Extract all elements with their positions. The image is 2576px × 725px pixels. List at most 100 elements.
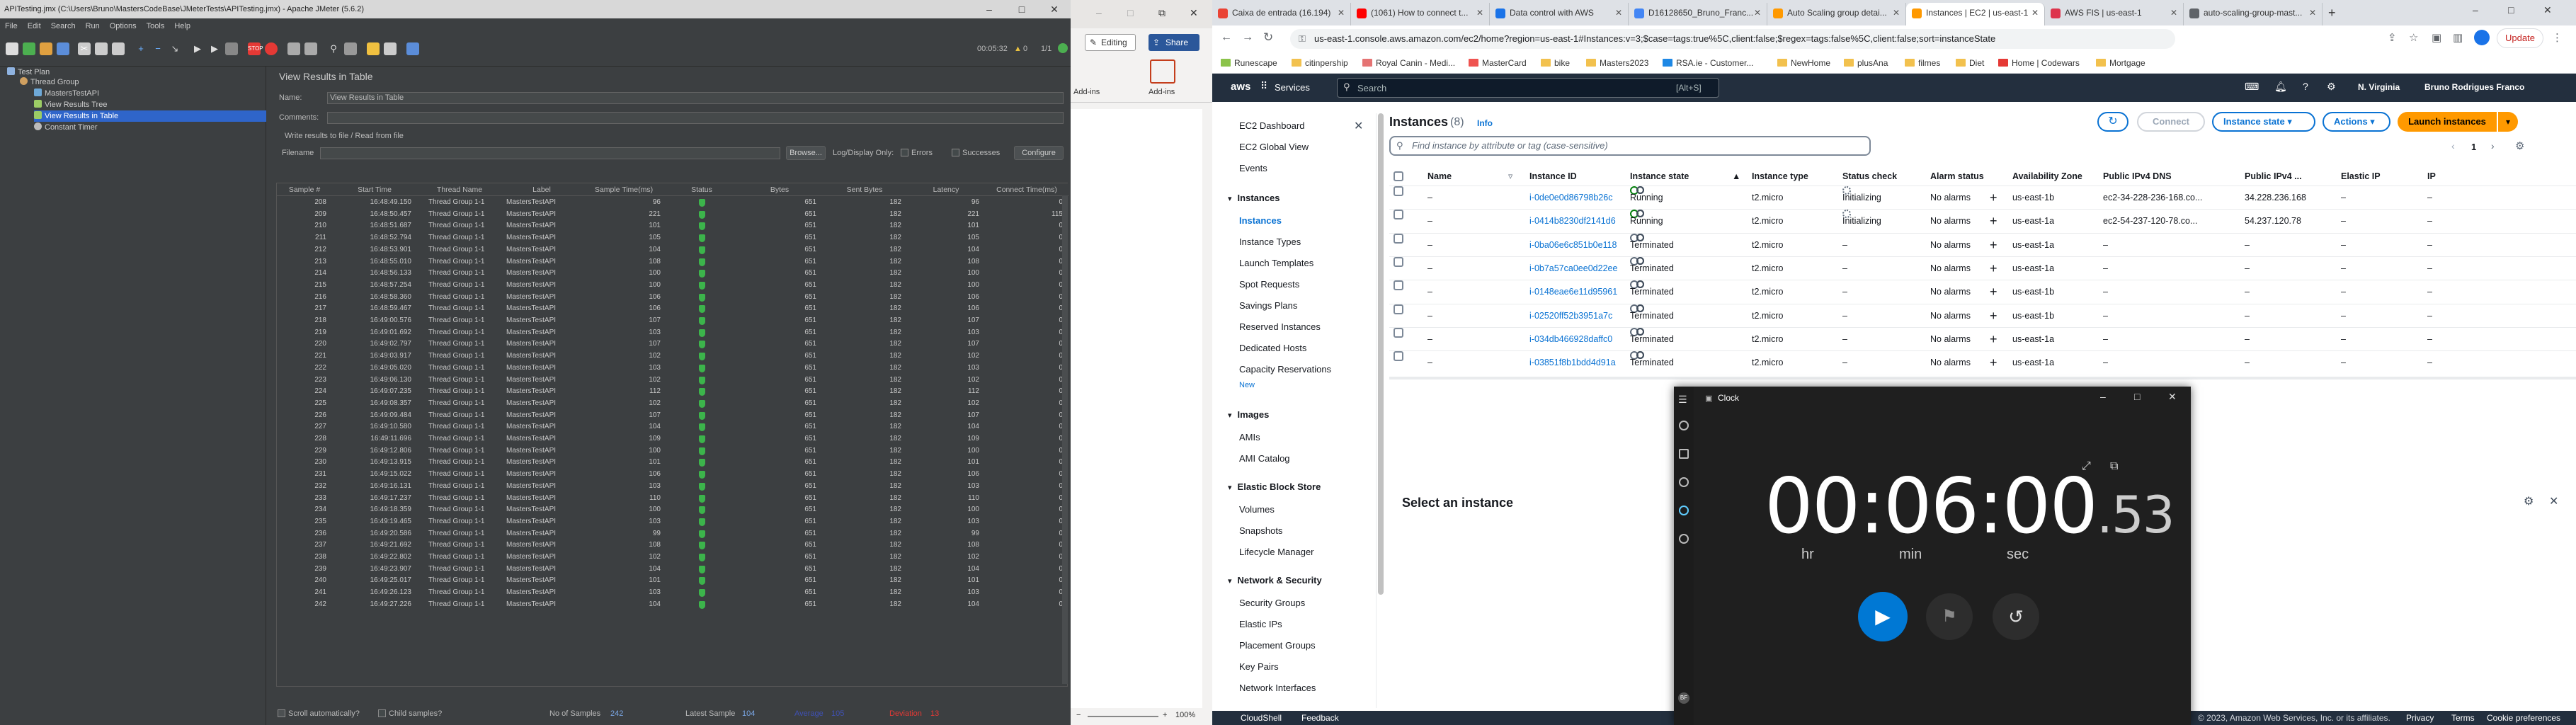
nav-ami-catalog[interactable]: AMI Catalog bbox=[1239, 453, 1290, 464]
world-clock-icon[interactable] bbox=[1679, 534, 1689, 544]
warning-icon[interactable]: ▲ bbox=[1014, 45, 1022, 53]
share-icon[interactable]: ⇪ bbox=[2388, 31, 2397, 44]
function-helper-icon[interactable] bbox=[367, 42, 380, 55]
bookmark-8[interactable]: plusAna bbox=[1844, 57, 1888, 69]
close-tab-icon[interactable]: ✕ bbox=[2309, 3, 2316, 23]
launch-dropdown-button[interactable]: ▾ bbox=[2498, 112, 2518, 132]
filter-icon[interactable]: ▿ bbox=[1508, 169, 1512, 184]
bookmark-10[interactable]: Diet bbox=[1956, 57, 1984, 69]
start-stopwatch-button[interactable]: ▶ bbox=[1858, 592, 1908, 641]
clear-all-icon[interactable] bbox=[304, 42, 317, 55]
addins-icon[interactable] bbox=[1150, 59, 1175, 84]
col-start-time[interactable]: Start Time bbox=[332, 183, 417, 196]
clear-icon[interactable] bbox=[287, 42, 300, 55]
nav-spot-requests[interactable]: Spot Requests bbox=[1239, 279, 1299, 290]
close-icon[interactable]: ✕ bbox=[1190, 7, 1198, 19]
editing-mode-button[interactable]: ✎ Editing bbox=[1085, 34, 1136, 51]
col-thread-name[interactable]: Thread Name bbox=[417, 183, 502, 196]
tab-data-control[interactable]: Data control with AWS ✕ bbox=[1490, 3, 1629, 25]
col-instance-state[interactable]: Instance state bbox=[1630, 169, 1689, 184]
nav-lifecycle-manager[interactable]: Lifecycle Manager bbox=[1239, 547, 1314, 557]
table-row[interactable]: 234 16:49:18.359 Thread Group 1-1 MastersTe… bbox=[277, 504, 1068, 516]
nav-events[interactable]: Events bbox=[1239, 163, 1267, 173]
add-alarm-icon[interactable]: + bbox=[1990, 351, 1997, 374]
toggle-icon[interactable]: ↘ bbox=[169, 42, 181, 55]
address-bar[interactable]: ⚿ us-east-1.console.aws.amazon.com/ec2/ho… bbox=[1290, 29, 2175, 49]
zoom-out-icon[interactable] bbox=[1636, 304, 1644, 312]
col-sent-bytes[interactable]: Sent Bytes bbox=[822, 183, 907, 196]
start-no-pause-icon[interactable]: ▶ bbox=[208, 42, 221, 55]
bookmark-12[interactable]: Mortgage bbox=[2096, 57, 2145, 69]
menu-search[interactable]: Search bbox=[46, 18, 81, 34]
scroll-auto-checkbox[interactable]: Scroll automatically? bbox=[278, 709, 360, 718]
col-status[interactable]: Status bbox=[666, 183, 737, 196]
cell-instance-id[interactable]: i-03851f8b1bdd4d91a bbox=[1529, 351, 1616, 374]
minimize-icon[interactable]: – bbox=[973, 0, 1005, 18]
instance-state-dropdown[interactable]: Instance state ▾ bbox=[2212, 112, 2315, 132]
instance-row[interactable]: – i-034db466928daffc0 Terminated t2.micro – N… bbox=[1389, 326, 2576, 350]
nav-security-groups[interactable]: Security Groups bbox=[1239, 598, 1305, 608]
instance-row[interactable]: – i-0414b8230df2141d6 Running t2.micro Initi… bbox=[1389, 209, 2576, 232]
instance-row[interactable]: – i-0ba06e6c851b0e118 Terminated t2.micro – N… bbox=[1389, 232, 2576, 256]
instance-row[interactable]: – i-03851f8b1bdd4d91a Terminated t2.micro – N… bbox=[1389, 350, 2576, 374]
restore-icon[interactable]: ⧉ bbox=[1158, 7, 1166, 19]
col-latency[interactable]: Latency bbox=[907, 183, 985, 196]
cell-instance-id[interactable]: i-02520ff52b3951a7c bbox=[1529, 304, 1612, 327]
cloudshell-icon[interactable]: ⌨ bbox=[2245, 81, 2259, 93]
document-page[interactable] bbox=[1071, 109, 1202, 711]
tab-asg-master[interactable]: auto-scaling-group-mast... ✕ bbox=[2184, 3, 2323, 25]
close-sidebar-icon[interactable]: ✕ bbox=[1354, 119, 1363, 133]
close-icon[interactable]: ✕ bbox=[2168, 391, 2177, 403]
nav-ec2-dashboard[interactable]: EC2 Dashboard bbox=[1239, 120, 1305, 131]
bookmark-0[interactable]: Runescape bbox=[1221, 57, 1277, 69]
zoom-out-icon[interactable] bbox=[1636, 186, 1644, 194]
refresh-button[interactable]: ↻ bbox=[2097, 112, 2128, 132]
nav-section-ebs[interactable]: Elastic Block Store bbox=[1228, 481, 1321, 492]
bookmark-4[interactable]: bike bbox=[1541, 57, 1570, 69]
split-settings-icon[interactable]: ⚙ bbox=[2524, 494, 2534, 508]
profile-avatar[interactable] bbox=[2474, 30, 2490, 45]
cell-instance-id[interactable]: i-0b7a57ca0ee0d22ee bbox=[1529, 257, 1617, 280]
nav-capacity-reservations[interactable]: Capacity Reservations bbox=[1239, 364, 1331, 375]
zoom-in-icon[interactable]: + bbox=[1163, 711, 1167, 719]
tab-instances[interactable]: Instances | EC2 | us-east-1 ✕ bbox=[1906, 3, 2045, 25]
menu-icon[interactable]: ⋮ bbox=[2552, 31, 2563, 44]
nav-elastic-ips[interactable]: Elastic IPs bbox=[1239, 619, 1282, 629]
hamburger-menu-icon[interactable]: ☰ bbox=[1678, 394, 1687, 406]
new-tab-icon[interactable]: + bbox=[2328, 6, 2336, 21]
tab-auto-scaling[interactable]: Auto Scaling group detai... ✕ bbox=[1767, 3, 1906, 25]
col-sample[interactable]: Sample # bbox=[277, 183, 332, 196]
privacy-link[interactable]: Privacy bbox=[2406, 713, 2434, 723]
nav-instances[interactable]: Instances bbox=[1239, 215, 1282, 226]
bookmark-9[interactable]: filmes bbox=[1905, 57, 1940, 69]
nav-amis[interactable]: AMIs bbox=[1239, 432, 1260, 443]
tree-node-view-results-tree[interactable]: View Results Tree bbox=[34, 99, 107, 110]
zoom-out-icon[interactable] bbox=[1636, 327, 1644, 336]
bookmark-5[interactable]: Masters2023 bbox=[1586, 57, 1648, 69]
connect-button[interactable]: Connect bbox=[2137, 112, 2205, 132]
name-field[interactable]: View Results in Table bbox=[327, 92, 1064, 104]
cell-instance-id[interactable]: i-0ba06e6c851b0e118 bbox=[1529, 234, 1617, 256]
table-row[interactable]: 216 16:48:58.360 Thread Group 1-1 MastersTe… bbox=[277, 292, 1068, 304]
successes-checkbox[interactable]: Successes bbox=[952, 149, 1000, 157]
table-row[interactable]: 223 16:49:06.130 Thread Group 1-1 MastersTe… bbox=[277, 375, 1068, 387]
copy-icon[interactable] bbox=[95, 42, 108, 55]
table-row[interactable]: 242 16:49:27.226 Thread Group 1-1 MastersTe… bbox=[277, 599, 1068, 611]
zoom-out-icon[interactable] bbox=[1636, 256, 1644, 265]
maximize-icon[interactable]: □ bbox=[1005, 0, 1038, 18]
reset-search-icon[interactable] bbox=[344, 42, 357, 55]
remote-start-icon[interactable] bbox=[225, 42, 238, 55]
reload-icon[interactable]: ↻ bbox=[1263, 30, 1273, 45]
sidepanel-icon[interactable]: ▥ bbox=[2453, 31, 2463, 44]
timer-icon[interactable] bbox=[1679, 449, 1689, 459]
table-row[interactable]: 228 16:49:11.696 Thread Group 1-1 MastersTe… bbox=[277, 433, 1068, 445]
nav-instance-types[interactable]: Instance Types bbox=[1239, 236, 1301, 247]
add-alarm-icon[interactable]: + bbox=[1990, 186, 1997, 209]
table-row[interactable]: 213 16:48:55.010 Thread Group 1-1 MastersTe… bbox=[277, 256, 1068, 268]
lap-button[interactable]: ⚑ bbox=[1926, 593, 1973, 640]
bookmark-star-icon[interactable]: ☆ bbox=[2409, 31, 2418, 44]
zoom-level[interactable]: 100% bbox=[1175, 711, 1195, 719]
add-alarm-icon[interactable]: + bbox=[1990, 328, 1997, 350]
col-connect-time[interactable]: Connect Time(ms) bbox=[985, 183, 1068, 196]
errors-checkbox[interactable]: Errors bbox=[901, 149, 933, 157]
